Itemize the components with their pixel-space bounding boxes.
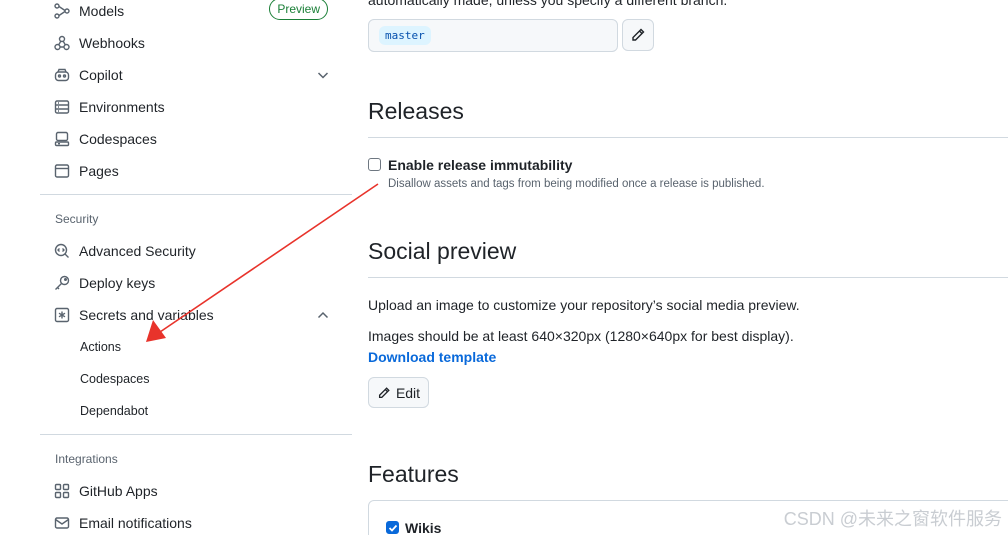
edit-button-label: Edit [395,384,421,401]
features-heading: Features [368,461,459,487]
models-icon [54,3,70,19]
settings-sidebar: Models Preview Webhooks Copilot Environm… [40,0,352,535]
default-branch-field[interactable]: master [368,19,618,52]
social-preview-text: Upload an image to customize your reposi… [368,297,800,313]
pencil-icon [632,28,645,41]
settings-main: automatically made, unless you specify a… [368,0,1008,535]
release-immutability-label: Enable release immutability [388,157,573,173]
sidebar-item-pages[interactable]: Pages [48,156,344,186]
sidebar-item-secrets-and-variables[interactable]: Secrets and variables [48,300,344,330]
branch-description: automatically made, unless you specify a… [368,0,728,8]
sidebar-item-codespaces[interactable]: Codespaces [48,124,344,154]
section-divider [368,277,1008,278]
sidebar-item-email-notifications[interactable]: Email notifications [48,508,344,535]
sidebar-item-deploy-keys[interactable]: Deploy keys [48,268,344,298]
sidebar-divider [40,434,352,435]
branch-name: master [379,26,431,45]
wikis-checkbox[interactable] [386,521,399,534]
sidebar-subitem-codespaces[interactable]: Codespaces [80,366,150,392]
sidebar-item-advanced-security[interactable]: Advanced Security [48,236,344,266]
apps-icon [54,483,70,499]
browser-icon [54,163,70,179]
check-icon [388,524,397,532]
wikis-label: Wikis [405,520,442,535]
release-immutability-checkbox[interactable] [368,158,381,171]
release-immutability-description: Disallow assets and tags from being modi… [388,178,765,190]
sidebar-item-label: Secrets and variables [79,307,214,323]
copilot-icon [54,67,70,83]
download-template-link[interactable]: Download template [368,349,496,365]
edit-social-preview-button[interactable]: Edit [368,377,429,408]
sidebar-item-label: Webhooks [79,35,145,51]
codespaces-icon [54,131,70,147]
sidebar-divider [40,194,352,195]
sidebar-item-label: Copilot [79,67,123,83]
webhook-icon [54,35,70,51]
server-icon [54,99,70,115]
sidebar-item-label: Email notifications [79,515,192,531]
releases-heading: Releases [368,98,464,124]
sidebar-item-copilot[interactable]: Copilot [48,60,344,90]
sidebar-item-label: Codespaces [79,131,157,147]
sidebar-item-models[interactable]: Models Preview [48,0,344,26]
codescan-icon [54,243,70,259]
sidebar-subitem-actions[interactable]: Actions [80,334,121,360]
sidebar-item-label: Environments [79,99,165,115]
sidebar-item-label: GitHub Apps [79,483,158,499]
security-heading: Security [55,212,99,226]
social-preview-size-text: Images should be at least 640×320px (128… [368,328,794,344]
pencil-icon [378,386,390,398]
chevron-up-icon[interactable] [316,308,330,322]
integrations-heading: Integrations [55,452,118,466]
sidebar-item-label: Deploy keys [79,275,156,291]
sidebar-subitem-dependabot[interactable]: Dependabot [80,398,148,424]
sidebar-item-label: Models [79,3,125,19]
watermark: CSDN @未来之窗软件服务 [783,509,1002,529]
sidebar-item-environments[interactable]: Environments [48,92,344,122]
key-icon [54,275,70,291]
sidebar-item-label: Advanced Security [79,243,196,259]
chevron-down-icon[interactable] [316,68,330,82]
asterisk-icon [54,307,70,323]
sidebar-item-webhooks[interactable]: Webhooks [48,28,344,58]
mail-icon [54,515,70,531]
section-divider [368,137,1008,138]
sidebar-item-github-apps[interactable]: GitHub Apps [48,476,344,506]
sidebar-item-label: Pages [79,163,119,179]
rename-branch-button[interactable] [622,19,654,51]
preview-badge: Preview [269,0,328,20]
social-preview-heading: Social preview [368,238,517,264]
